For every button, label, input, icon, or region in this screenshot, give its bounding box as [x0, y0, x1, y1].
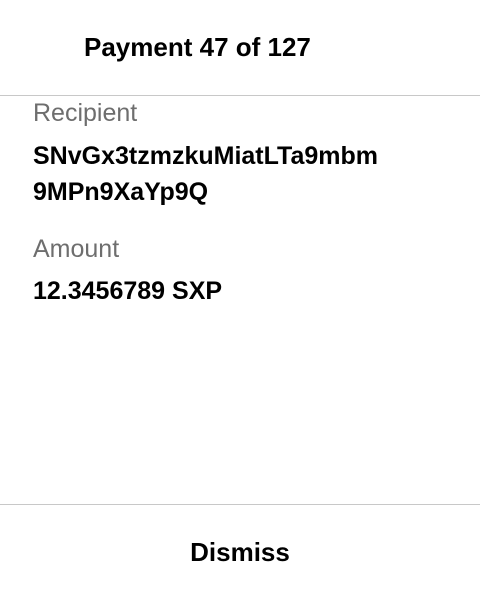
page-title: Payment 47 of 127	[84, 32, 311, 62]
dismiss-button[interactable]: Dismiss	[0, 505, 480, 600]
header-divider	[0, 95, 480, 96]
recipient-address-line-1: SNvGx3tzmzkuMiatLTa9mbm	[33, 142, 378, 170]
recipient-label: Recipient	[33, 99, 138, 127]
amount-value: 12.3456789 SXP	[33, 277, 223, 305]
payment-header: Payment 47 of 127	[0, 0, 480, 95]
amount-label: Amount	[33, 235, 120, 263]
recipient-address-line-2: 9MPn9XaYp9Q	[33, 178, 209, 206]
